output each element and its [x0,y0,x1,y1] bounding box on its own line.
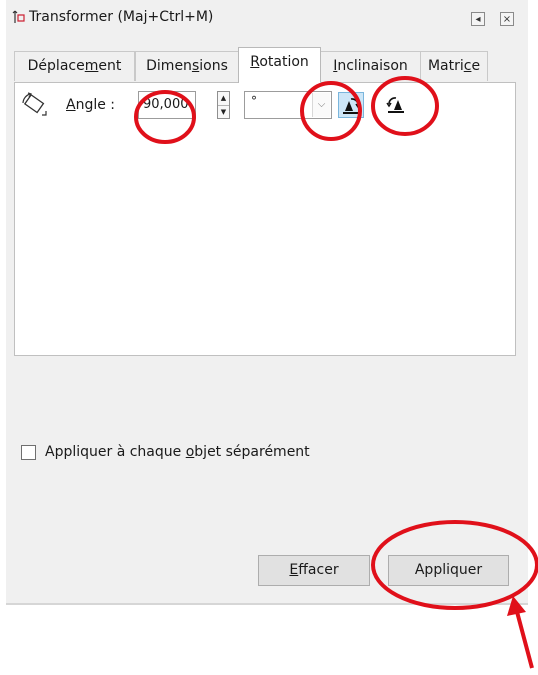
annotation-circle-ccw [300,81,362,141]
tab-rotation[interactable]: Rotation [238,47,321,83]
annotation-layer [134,76,538,669]
annotation-arrow-line [514,607,534,669]
annotation-ellipse-apply [371,520,538,610]
annotation-circle-cw [371,76,439,136]
annotation-circle-angle [134,90,196,144]
